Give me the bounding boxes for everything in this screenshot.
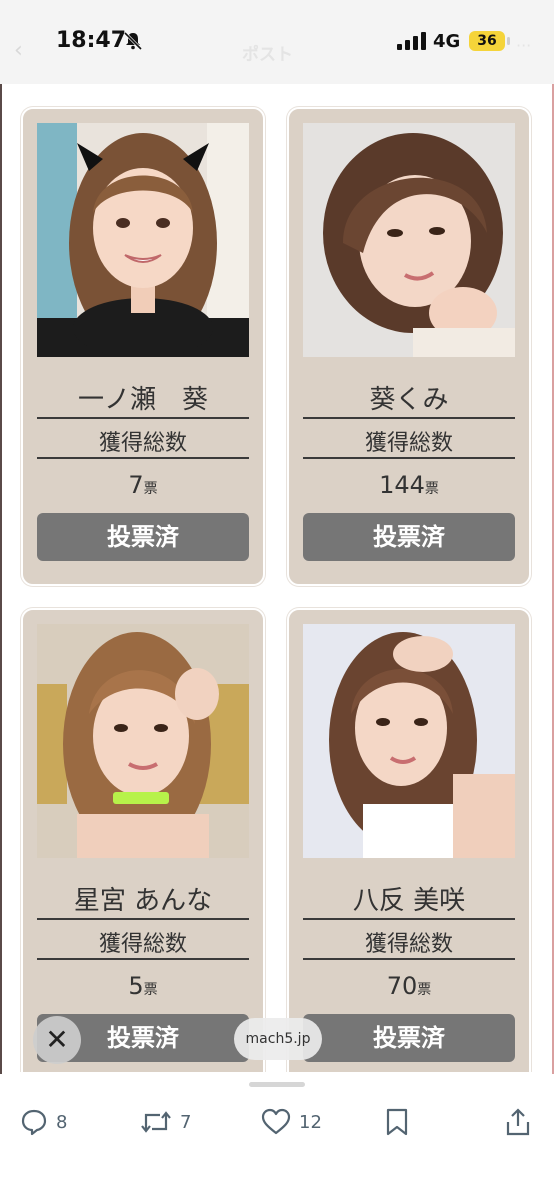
image-edge-left bbox=[0, 84, 2, 1074]
action-bar: 8 7 12 bbox=[0, 1072, 554, 1200]
divider bbox=[303, 417, 515, 419]
divider bbox=[303, 918, 515, 920]
candidate-name: 八反 美咲 bbox=[352, 886, 466, 916]
candidate-photo bbox=[303, 624, 515, 858]
repost-icon bbox=[141, 1111, 171, 1133]
status-time: 18:47 bbox=[56, 28, 127, 53]
more-options-icon[interactable]: ··· bbox=[516, 36, 531, 55]
candidate-photo bbox=[37, 624, 249, 858]
total-votes-label: 獲得総数 bbox=[364, 431, 453, 456]
reply-count: 8 bbox=[56, 1111, 68, 1133]
link-domain-pill[interactable]: mach5.jp bbox=[234, 1018, 322, 1060]
divider bbox=[37, 918, 249, 920]
total-votes-label: 獲得総数 bbox=[364, 932, 453, 957]
share-button[interactable] bbox=[505, 1106, 531, 1138]
candidate-card: 八反 美咲 獲得総数 70票 投票済 bbox=[287, 608, 531, 1074]
voted-button[interactable]: 投票済 bbox=[37, 513, 249, 561]
voted-button[interactable]: 投票済 bbox=[303, 1014, 515, 1062]
network-type: 4G bbox=[433, 31, 461, 52]
candidate-name: 一ノ瀬 葵 bbox=[77, 385, 208, 415]
reply-icon bbox=[21, 1109, 47, 1136]
back-chevron-icon[interactable]: ‹ bbox=[14, 38, 23, 63]
battery-cap bbox=[507, 37, 510, 45]
vote-count: 7票 bbox=[128, 471, 158, 499]
divider bbox=[37, 457, 249, 459]
reply-button[interactable]: 8 bbox=[20, 1106, 67, 1138]
candidate-card: 星宮 あんな 獲得総数 5票 投票済 bbox=[21, 608, 265, 1074]
silent-bell-icon bbox=[123, 31, 143, 51]
candidate-card: 葵くみ 獲得総数 144票 投票済 bbox=[287, 107, 531, 586]
post-image[interactable]: 一ノ瀬 葵 獲得総数 7票 投票済 葵くみ 獲得総数 144票 投票済 星宮 あ… bbox=[0, 84, 554, 1074]
close-media-button[interactable]: ✕ bbox=[33, 1016, 81, 1064]
repost-count: 7 bbox=[180, 1111, 192, 1133]
total-votes-label: 獲得総数 bbox=[98, 932, 187, 957]
divider bbox=[303, 457, 515, 459]
bookmark-icon bbox=[386, 1108, 408, 1136]
vote-count: 70票 bbox=[386, 972, 432, 1000]
vote-count: 144票 bbox=[379, 471, 439, 499]
voted-button[interactable]: 投票済 bbox=[303, 513, 515, 561]
battery-indicator: 36 bbox=[469, 31, 505, 51]
cellular-signal-icon bbox=[397, 32, 426, 50]
divider bbox=[37, 417, 249, 419]
candidate-name: 葵くみ bbox=[369, 385, 449, 415]
candidate-name: 星宮 あんな bbox=[73, 886, 213, 916]
divider bbox=[303, 958, 515, 960]
candidate-photo bbox=[37, 123, 249, 357]
post-header-title: ポスト bbox=[242, 45, 293, 65]
divider bbox=[37, 958, 249, 960]
like-button[interactable]: 12 bbox=[261, 1106, 322, 1138]
candidate-photo bbox=[303, 123, 515, 357]
heart-icon bbox=[261, 1108, 291, 1135]
vote-count: 5票 bbox=[128, 972, 158, 1000]
status-bar: ‹ 18:47 ポスト 4G 36 ··· bbox=[0, 0, 554, 84]
share-icon bbox=[506, 1108, 530, 1136]
candidate-card: 一ノ瀬 葵 獲得総数 7票 投票済 bbox=[21, 107, 265, 586]
sheet-handle[interactable] bbox=[249, 1082, 305, 1087]
repost-button[interactable]: 7 bbox=[140, 1106, 191, 1138]
total-votes-label: 獲得総数 bbox=[98, 431, 187, 456]
like-count: 12 bbox=[299, 1111, 322, 1133]
bookmark-button[interactable] bbox=[385, 1106, 409, 1138]
